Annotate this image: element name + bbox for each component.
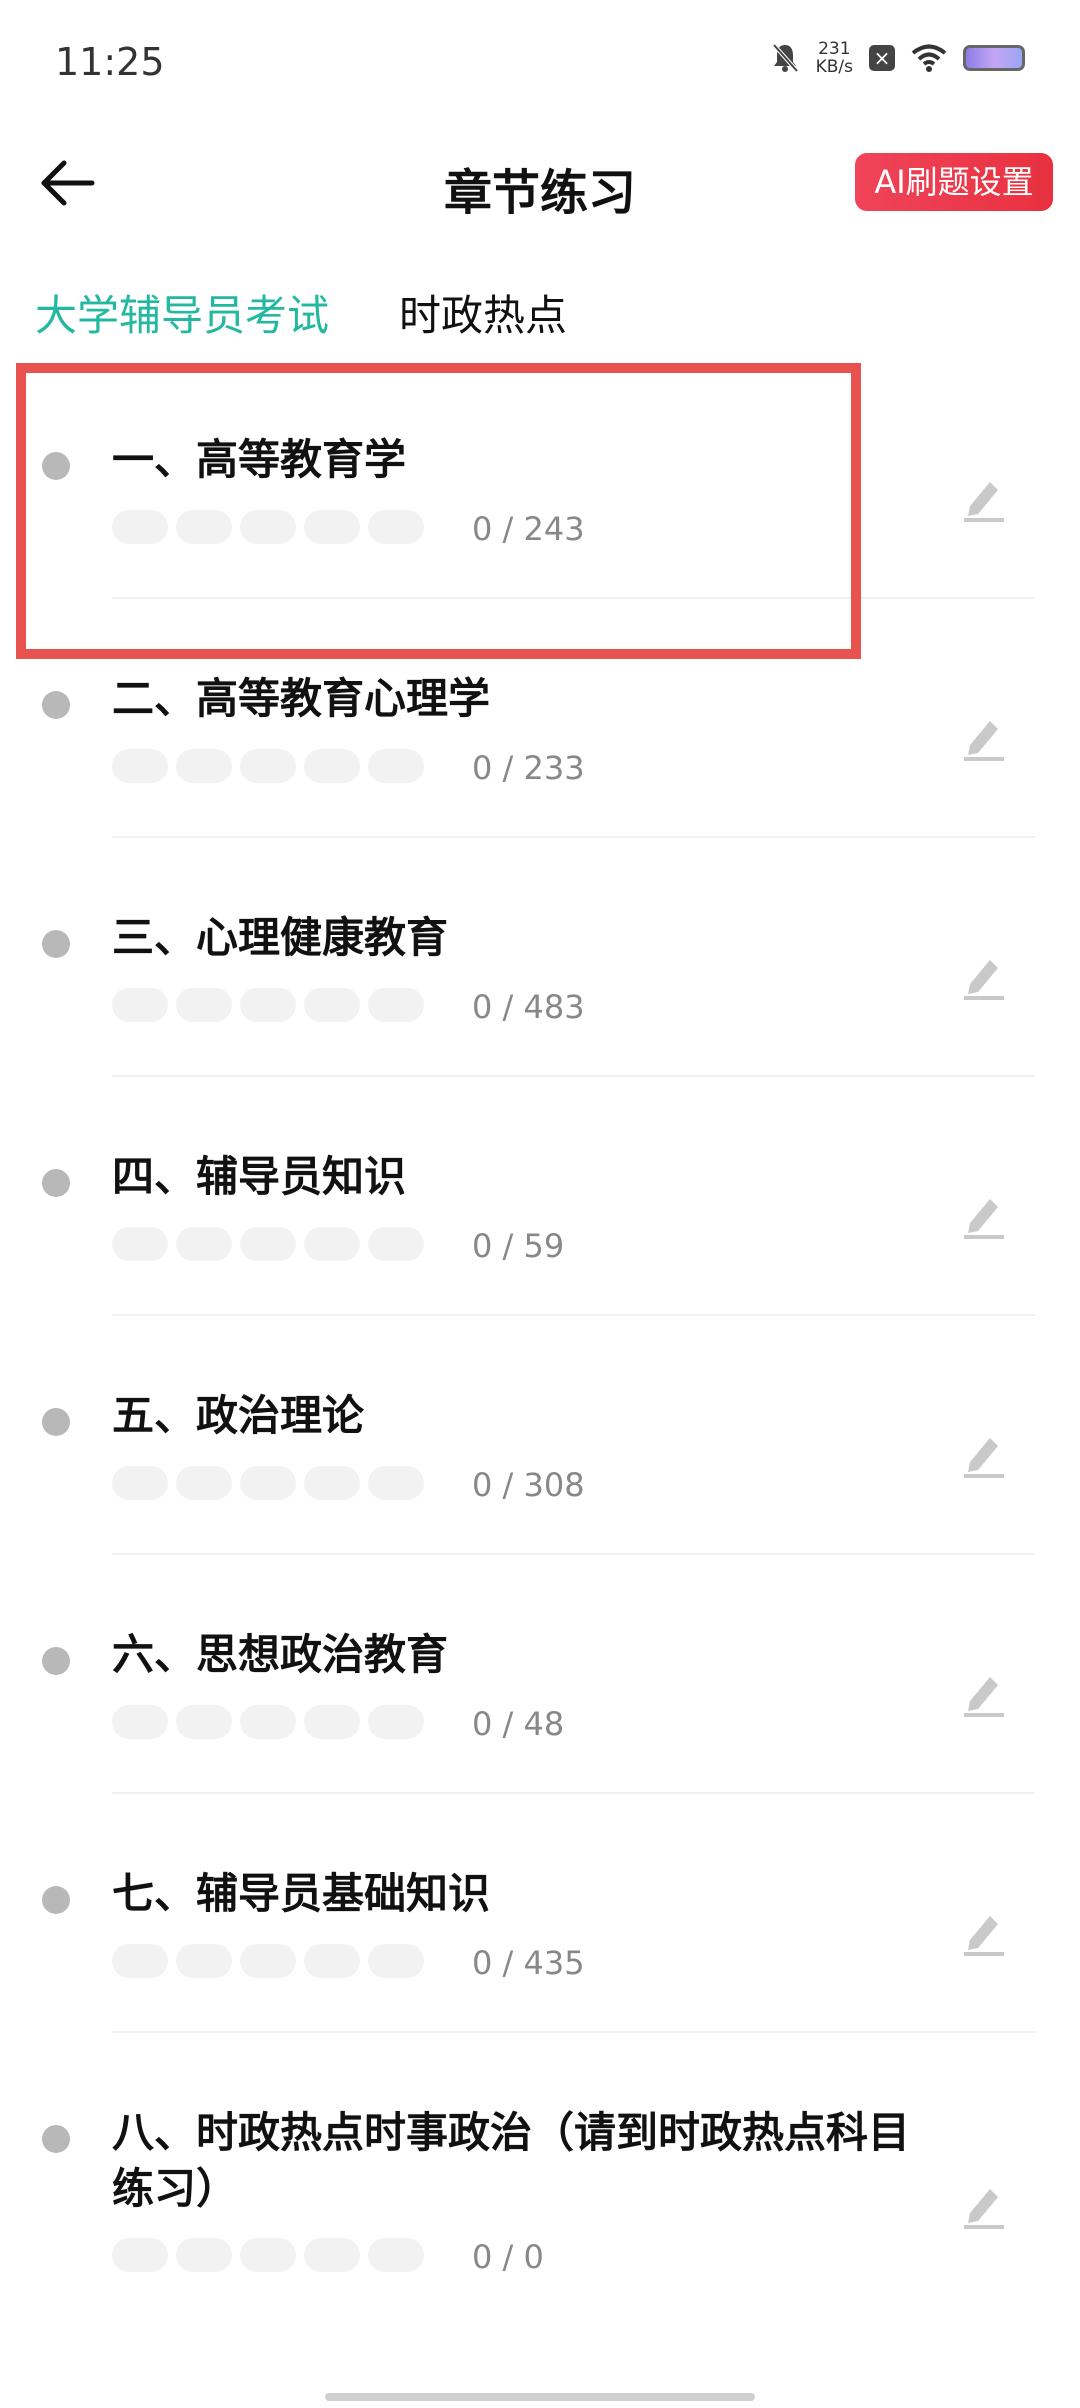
chapter-count: 0 / 0 xyxy=(472,2238,544,2276)
edit-pencil-icon[interactable] xyxy=(960,950,1006,1000)
chapter-title: 五、政治理论 xyxy=(112,1391,365,1440)
chapter-title: 七、辅导员基础知识 xyxy=(112,1869,491,1918)
mute-bell-icon xyxy=(772,43,799,73)
chapter-count: 0 / 483 xyxy=(472,988,585,1026)
progress-segments xyxy=(112,2238,424,2272)
edit-pencil-icon[interactable] xyxy=(960,1428,1006,1478)
chapter-item[interactable]: 八、时政热点时事政治（请到时政热点科目练习） 0 / 0 xyxy=(0,2033,1080,2333)
progress-segments xyxy=(112,1466,424,1500)
edit-pencil-icon[interactable] xyxy=(960,2179,1006,2229)
wifi-icon xyxy=(911,44,947,72)
status-dot xyxy=(42,1408,70,1436)
network-speed-value: 231 xyxy=(818,39,851,59)
status-dot xyxy=(42,691,70,719)
chapter-item[interactable]: 四、辅导员知识 0 / 59 xyxy=(0,1077,1080,1316)
edit-pencil-icon[interactable] xyxy=(960,1667,1006,1717)
progress-segments xyxy=(112,749,424,783)
tab-bar: 大学辅导员考试 时政热点 xyxy=(35,282,567,343)
battery-icon xyxy=(963,45,1025,71)
chapter-count: 0 / 308 xyxy=(472,1466,585,1504)
tab-counselor-exam[interactable]: 大学辅导员考试 xyxy=(35,282,329,343)
progress-segments xyxy=(112,1705,424,1739)
chapter-title: 六、思想政治教育 xyxy=(112,1630,449,1679)
chapter-item[interactable]: 五、政治理论 0 / 308 xyxy=(0,1316,1080,1555)
status-dot xyxy=(42,1647,70,1675)
chapter-count: 0 / 435 xyxy=(472,1944,585,1982)
chapter-title: 三、心理健康教育 xyxy=(112,913,449,962)
progress-segments xyxy=(112,1227,424,1261)
chapter-title: 八、时政热点时事政治（请到时政热点科目练习） xyxy=(112,2108,911,2213)
status-dot xyxy=(42,930,70,958)
edit-pencil-icon[interactable] xyxy=(960,1906,1006,1956)
edit-pencil-icon[interactable] xyxy=(960,711,1006,761)
network-speed: 231 KB/s xyxy=(816,40,853,76)
status-dot xyxy=(42,1169,70,1197)
chapter-count: 0 / 59 xyxy=(472,1227,565,1265)
chapter-title: 二、高等教育心理学 xyxy=(112,674,491,723)
status-time: 11:25 xyxy=(55,40,165,84)
chapter-item[interactable]: 六、思想政治教育 0 / 48 xyxy=(0,1555,1080,1794)
status-bar: 11:25 231 KB/s × xyxy=(0,0,1080,120)
network-speed-unit: KB/s xyxy=(815,57,853,77)
highlight-box xyxy=(16,363,861,659)
ai-settings-button[interactable]: AI刷题设置 xyxy=(855,153,1053,211)
progress-segments xyxy=(112,988,424,1022)
status-icons: 231 KB/s × xyxy=(770,40,1025,76)
tab-current-affairs[interactable]: 时政热点 xyxy=(399,282,567,343)
status-dot xyxy=(42,1886,70,1914)
chapter-count: 0 / 48 xyxy=(472,1705,565,1743)
home-indicator[interactable] xyxy=(325,2393,755,2401)
chapter-title: 四、辅导员知识 xyxy=(112,1152,407,1201)
status-dot xyxy=(42,2125,70,2153)
progress-segments xyxy=(112,1944,424,1978)
chapter-item[interactable]: 七、辅导员基础知识 0 / 435 xyxy=(0,1794,1080,2033)
edit-pencil-icon[interactable] xyxy=(960,1189,1006,1239)
header: 章节练习 AI刷题设置 xyxy=(0,135,1080,230)
sim-x-icon: × xyxy=(869,45,895,71)
chapter-count: 0 / 233 xyxy=(472,749,585,787)
edit-pencil-icon[interactable] xyxy=(960,472,1006,522)
chapter-item[interactable]: 三、心理健康教育 0 / 483 xyxy=(0,838,1080,1077)
